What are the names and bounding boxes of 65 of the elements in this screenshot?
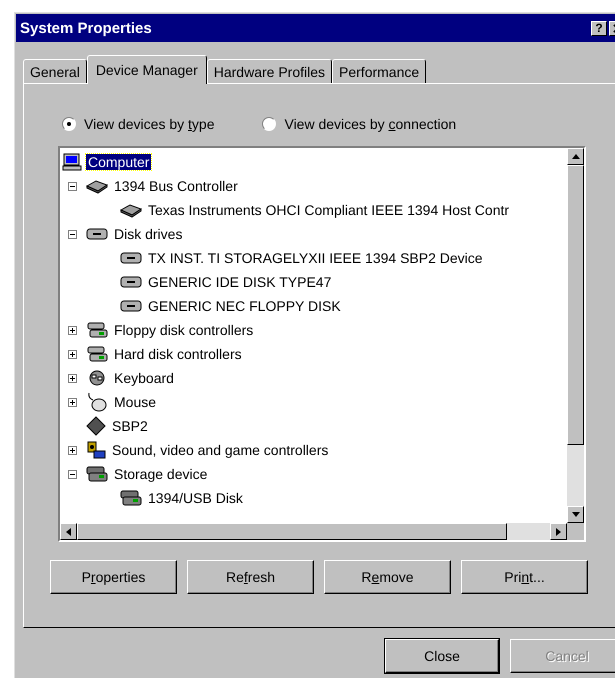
radio-label[interactable]: View devices by type [84, 116, 214, 132]
vertical-scrollbar[interactable] [567, 148, 584, 523]
drive-stack-icon [86, 322, 108, 338]
scrollbar-corner [567, 523, 584, 540]
scroll-thumb[interactable] [567, 165, 584, 445]
action-button[interactable]: Properties [50, 560, 177, 594]
scroll-thumb[interactable] [77, 523, 507, 540]
drive-icon [120, 299, 142, 313]
collapse-icon[interactable] [68, 182, 76, 190]
speaker-icon [86, 440, 106, 460]
window-title: System Properties [20, 20, 153, 36]
tree-item[interactable]: 1394/USB Disk [146, 490, 245, 506]
left-arrow-icon [66, 528, 71, 536]
tree-item[interactable]: Computer [86, 154, 152, 170]
action-button[interactable]: Refresh [187, 560, 314, 594]
radio-button[interactable] [262, 117, 276, 131]
tree-item[interactable]: Hard disk controllers [112, 346, 244, 362]
expand-icon[interactable] [68, 374, 76, 382]
tree-item[interactable]: Sound, video and game controllers [110, 442, 330, 458]
drive-stack-icon [86, 346, 108, 362]
expand-icon[interactable] [68, 446, 76, 454]
storage-icon [86, 466, 108, 482]
chip-icon [120, 202, 142, 218]
drive-icon [120, 275, 142, 289]
right-arrow-icon [556, 528, 561, 536]
tab[interactable]: General [23, 59, 87, 83]
tree-item[interactable]: Mouse [112, 394, 158, 410]
tree-item[interactable]: TX INST. TI STORAGELYXII IEEE 1394 SBP2 Device [146, 250, 485, 266]
tree-item[interactable]: Texas Instruments OHCI Compliant IEEE 1394 Host Contr [146, 202, 512, 218]
tree-item[interactable]: Keyboard [112, 370, 176, 386]
computer-icon [62, 153, 82, 171]
dialog-button[interactable]: Close [385, 639, 499, 673]
mouse-icon [86, 392, 108, 412]
scroll-down-button[interactable] [567, 506, 584, 523]
radio-label[interactable]: View devices by connection [284, 116, 456, 132]
expand-icon[interactable] [68, 326, 76, 334]
up-arrow-icon [572, 154, 580, 159]
collapse-icon[interactable] [68, 230, 76, 238]
tree-item[interactable]: Disk drives [112, 226, 184, 242]
tab[interactable]: Hardware Profiles [206, 59, 332, 83]
drive-icon [120, 251, 142, 265]
tree-item[interactable]: GENERIC IDE DISK TYPE47 [146, 274, 334, 290]
action-button[interactable]: Print... [461, 560, 588, 594]
radio-button[interactable] [62, 117, 76, 131]
drive-icon [86, 227, 108, 241]
down-arrow-icon [572, 512, 580, 517]
horizontal-scrollbar[interactable] [60, 523, 567, 540]
chip-icon [86, 178, 108, 194]
tree-item[interactable]: SBP2 [110, 418, 150, 434]
tree-item[interactable]: Floppy disk controllers [112, 322, 256, 338]
scroll-right-button[interactable] [550, 523, 567, 540]
help-button[interactable]: ? [591, 20, 607, 36]
scroll-up-button[interactable] [567, 148, 584, 165]
expand-icon[interactable] [68, 398, 76, 406]
tab[interactable]: Performance [332, 59, 426, 83]
expand-icon[interactable] [68, 350, 76, 358]
tree-item[interactable]: GENERIC NEC FLOPPY DISK [146, 298, 343, 314]
collapse-icon[interactable] [68, 470, 76, 478]
storage-icon [120, 490, 142, 506]
tab[interactable]: Device Manager [86, 55, 207, 84]
tree-item[interactable]: Storage device [112, 466, 210, 482]
diamond-icon [86, 416, 106, 436]
scroll-left-button[interactable] [60, 523, 77, 540]
tree-item[interactable]: 1394 Bus Controller [112, 178, 240, 194]
action-button[interactable]: Remove [324, 560, 451, 594]
